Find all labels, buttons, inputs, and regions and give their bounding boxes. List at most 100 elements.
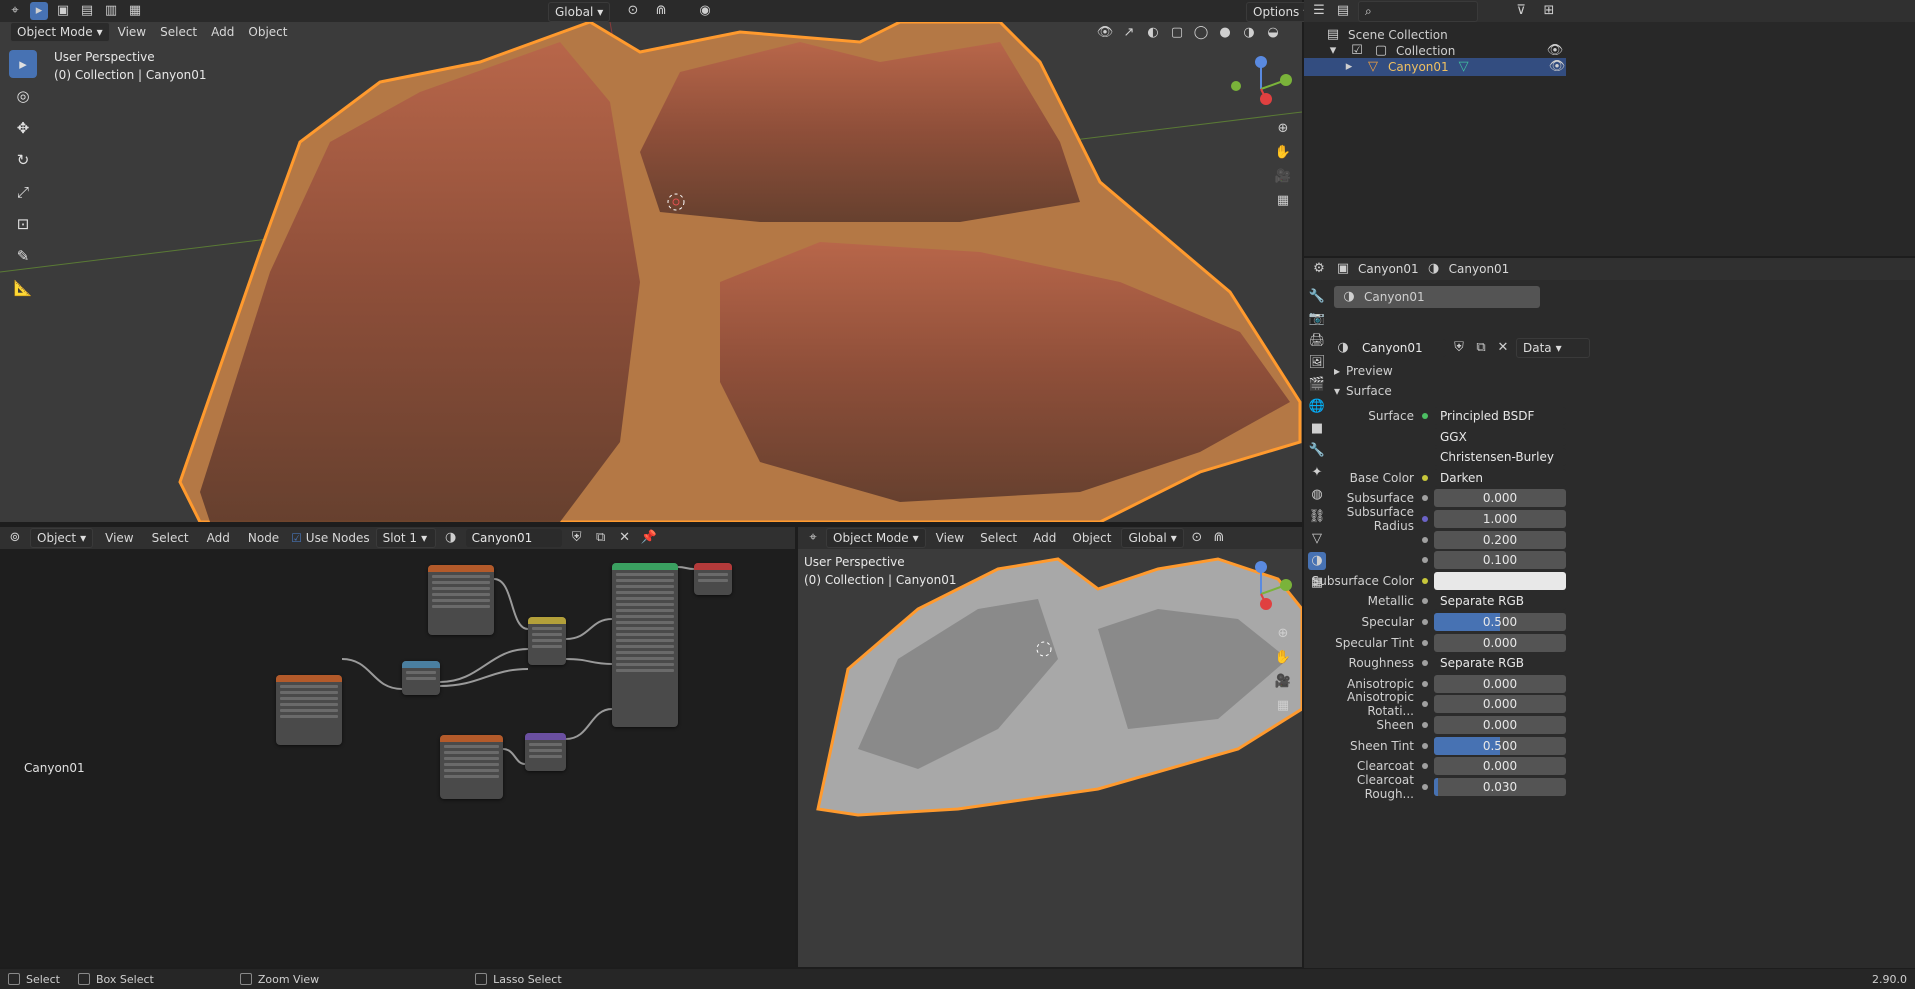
socket-dot-icon[interactable]: [1422, 680, 1428, 687]
shader-type-dropdown[interactable]: Object ▾: [30, 528, 94, 548]
select-mode-icon[interactable]: ▸: [30, 2, 48, 20]
expand-icon[interactable]: ▸: [1340, 58, 1358, 76]
outliner-search[interactable]: ⌕: [1358, 0, 1478, 22]
number-field[interactable]: 0.500: [1434, 736, 1566, 755]
separate-rgb-node[interactable]: [402, 661, 440, 695]
menu-select[interactable]: Select: [974, 531, 1023, 545]
menu-select[interactable]: Select: [154, 25, 203, 39]
node-header[interactable]: [694, 563, 732, 570]
solid-shading-icon[interactable]: ●: [1216, 24, 1234, 42]
pivot-icon[interactable]: ⊙: [624, 2, 642, 20]
node-header[interactable]: [440, 735, 503, 742]
view-layer-tab-icon[interactable]: 🖼: [1308, 354, 1326, 372]
principled-bsdf-node[interactable]: [612, 563, 678, 727]
select-invert-icon[interactable]: ▦: [126, 2, 144, 20]
zoom-icon[interactable]: ⊕: [1274, 120, 1292, 138]
menu-node[interactable]: Node: [242, 531, 285, 545]
number-field[interactable]: 0.200: [1434, 530, 1566, 549]
menu-add[interactable]: Add: [205, 25, 240, 39]
normal-map-node[interactable]: [525, 733, 566, 771]
filter-icon[interactable]: ⊽: [1512, 2, 1530, 20]
number-field[interactable]: 1.000: [1434, 510, 1566, 528]
unlink-icon[interactable]: ✕: [1494, 339, 1512, 357]
number-field[interactable]: 0.000: [1434, 757, 1566, 776]
properties-editor-icon[interactable]: ⚙: [1310, 260, 1328, 278]
data-dropdown[interactable]: Data ▾: [1516, 338, 1590, 358]
surface-panel[interactable]: ▾ Surface: [1334, 384, 1392, 398]
viewport-top[interactable]: ⌖ ▸ ▣ ▤ ▥ ▦ Global ▾ ⊙ ⋒ ◉ Options ▾: [0, 0, 1317, 522]
outliner-editor-icon[interactable]: ☰: [1310, 2, 1328, 20]
menu-add[interactable]: Add: [201, 531, 236, 545]
browse-material-icon[interactable]: ◑: [1334, 339, 1352, 357]
scene-tab-icon[interactable]: 🎬: [1308, 376, 1326, 394]
node-header[interactable]: [402, 661, 440, 668]
pan-hand-icon[interactable]: ✋: [1274, 649, 1292, 667]
material-shading-icon[interactable]: ◑: [1240, 24, 1258, 42]
gizmo-icon[interactable]: ↗: [1120, 24, 1138, 42]
image-texture-node[interactable]: [428, 565, 494, 635]
material-slot-list[interactable]: ◑ Canyon01: [1334, 286, 1540, 308]
navigation-gizmo[interactable]: [1226, 559, 1296, 629]
duplicate-icon[interactable]: ⧉: [1472, 339, 1490, 357]
dropdown-field[interactable]: Christensen-Burley: [1434, 448, 1566, 467]
preview-panel[interactable]: ▸ Preview: [1334, 364, 1393, 378]
mix-rgb-node[interactable]: [528, 617, 566, 665]
link-field[interactable]: Darken: [1434, 468, 1566, 487]
wireframe-shading-icon[interactable]: ◯: [1192, 24, 1210, 42]
slot-dropdown[interactable]: Slot 1 ▾: [375, 528, 436, 548]
camera-icon[interactable]: 🎥: [1274, 168, 1292, 186]
select-extend-icon[interactable]: ▤: [78, 2, 96, 20]
socket-dot-icon[interactable]: [1422, 495, 1428, 502]
link-field[interactable]: Principled BSDF: [1434, 407, 1566, 425]
select-box-icon[interactable]: ▣: [54, 2, 72, 20]
node-header[interactable]: [612, 563, 678, 570]
socket-dot-icon[interactable]: [1422, 474, 1428, 481]
move-tool-icon[interactable]: ✥: [9, 114, 37, 142]
orientation-dropdown[interactable]: Global ▾: [548, 2, 611, 22]
menu-view[interactable]: View: [930, 531, 970, 545]
pin-icon[interactable]: 📌: [640, 529, 658, 547]
number-field[interactable]: 0.000: [1434, 716, 1566, 734]
select-tool-icon[interactable]: ▸: [9, 50, 37, 78]
socket-dot-icon[interactable]: [1422, 763, 1428, 770]
node-header[interactable]: [528, 617, 566, 624]
socket-dot-icon[interactable]: [1422, 722, 1428, 728]
fake-user-icon[interactable]: ⛨: [1450, 339, 1468, 357]
browse-material-icon[interactable]: ◑: [442, 529, 460, 547]
menu-add[interactable]: Add: [1027, 531, 1062, 545]
pivot-icon[interactable]: ⊙: [1188, 529, 1206, 547]
menu-object[interactable]: Object: [1066, 531, 1117, 545]
output-tab-icon[interactable]: 🖨: [1308, 332, 1326, 350]
annotate-tool-icon[interactable]: ✎: [9, 242, 37, 270]
socket-dot-icon[interactable]: [1422, 742, 1428, 749]
navigation-gizmo[interactable]: [1226, 54, 1296, 124]
select-subtract-icon[interactable]: ▥: [102, 2, 120, 20]
editor-type-icon[interactable]: ⌖: [6, 2, 24, 20]
object-row[interactable]: ▸ ▽ Canyon01 ▽ 👁: [1304, 58, 1566, 76]
unlink-icon[interactable]: ✕: [616, 529, 634, 547]
scale-tool-icon[interactable]: ⤢: [9, 178, 37, 206]
new-collection-icon[interactable]: ⊞: [1540, 2, 1558, 20]
rendered-shading-icon[interactable]: ◒: [1264, 24, 1282, 42]
node-editor-icon[interactable]: ⊚: [6, 529, 24, 547]
viewport-bottom[interactable]: ⌖ Object Mode ▾ View Select Add Object G…: [798, 527, 1302, 967]
grid-icon[interactable]: ▦: [1274, 697, 1292, 715]
node-header[interactable]: [428, 565, 494, 572]
number-field[interactable]: 0.000: [1434, 674, 1566, 693]
transform-tool-icon[interactable]: ⊡: [9, 210, 37, 238]
eye-icon[interactable]: 👁: [1548, 58, 1566, 76]
socket-dot-icon[interactable]: [1422, 783, 1428, 790]
fake-user-icon[interactable]: ⛨: [568, 529, 586, 547]
snap-icon[interactable]: ⋒: [652, 2, 670, 20]
socket-dot-icon[interactable]: [1422, 701, 1428, 708]
number-field[interactable]: 0.500: [1434, 613, 1566, 631]
node-header[interactable]: [276, 675, 342, 682]
socket-dot-icon[interactable]: [1422, 660, 1428, 667]
number-field[interactable]: 0.100: [1434, 551, 1566, 570]
menu-view[interactable]: View: [112, 25, 152, 39]
dropdown-field[interactable]: GGX: [1434, 427, 1566, 446]
display-mode-icon[interactable]: ▤: [1334, 2, 1352, 20]
duplicate-icon[interactable]: ⧉: [592, 529, 610, 547]
menu-object[interactable]: Object: [242, 25, 293, 39]
rotate-tool-icon[interactable]: ↻: [9, 146, 37, 174]
